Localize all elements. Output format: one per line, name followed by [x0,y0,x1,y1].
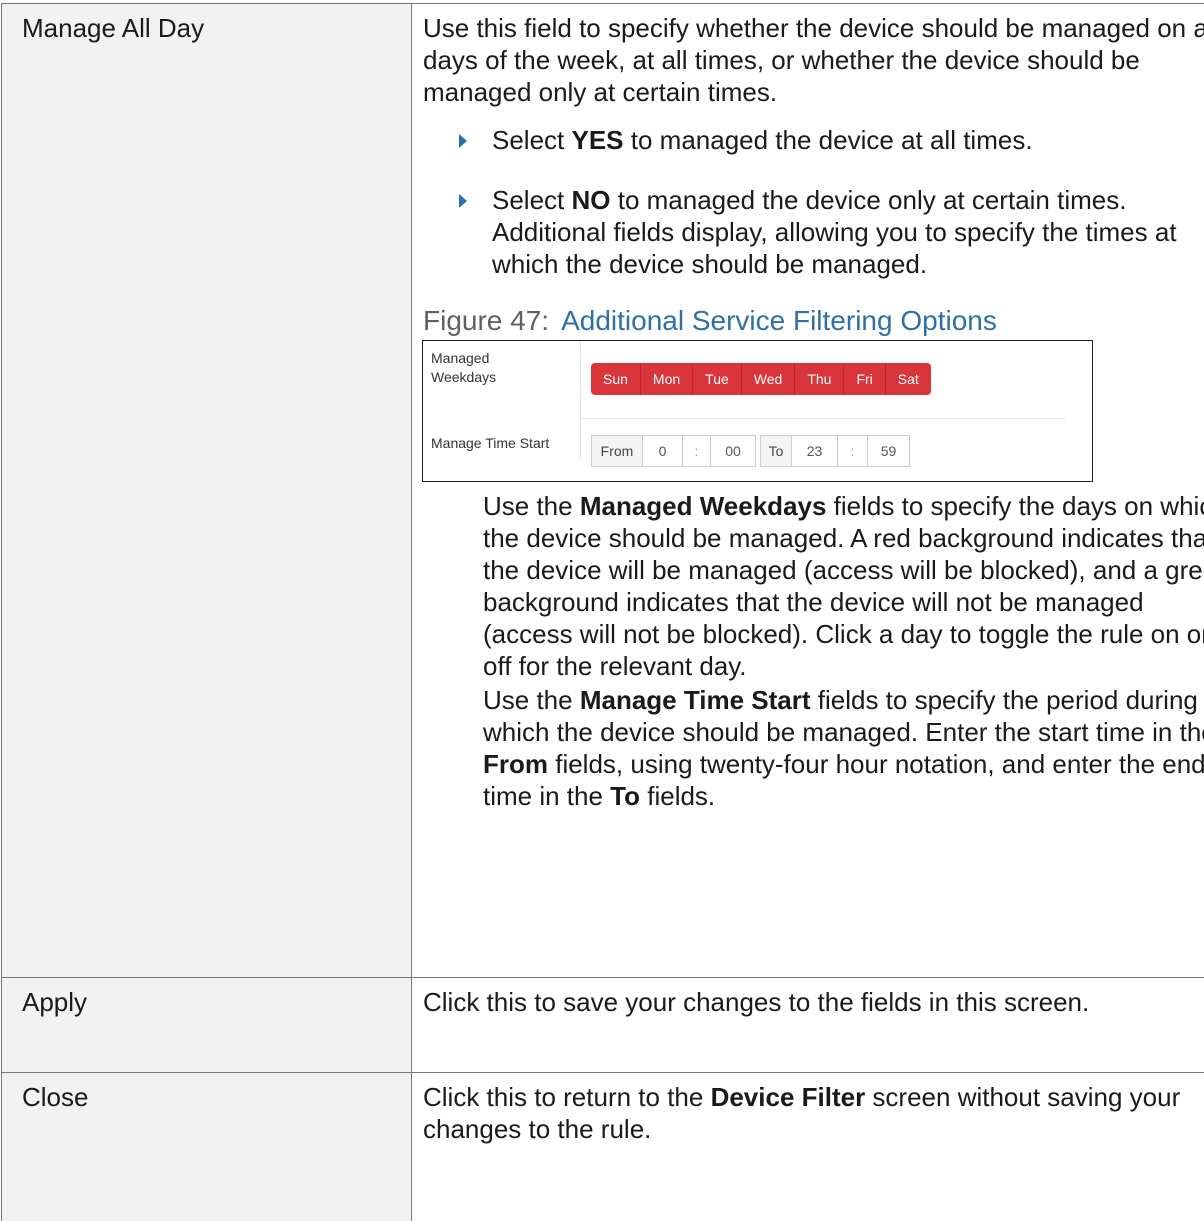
bullet-arrow-icon [459,194,467,208]
field-name: Apply [22,987,87,1017]
bullet-text: to managed the device at all times. [624,125,1033,155]
day-button-wed[interactable]: Wed [742,363,796,395]
table-row: Manage All Day Use this field to specify… [2,4,1204,978]
field-description-cell: Use this field to specify whether the de… [412,4,1204,978]
field-description-cell: Click this to save your changes to the f… [412,978,1204,1073]
time-separator: : [838,435,868,467]
bullet-bold: YES [572,125,624,155]
description-text: Click this to save your changes to the f… [423,986,1204,1018]
figure-screenshot: Managed Weekdays Sun Mon Tue Wed Thu Fri… [422,340,1093,482]
para-text: Click this to return to the [423,1082,711,1112]
from-addon: From [591,435,643,467]
para-text: Use the [483,685,580,715]
para-text: fields, using twenty-four hour notation,… [483,749,1204,811]
weekdays-paragraph: Use the Managed Weekdays fields to speci… [423,490,1204,682]
para-bold: Manage Time Start [580,685,811,715]
day-button-sun[interactable]: Sun [591,363,641,395]
day-button-fri[interactable]: Fri [844,363,885,395]
table-row: Close Click this to return to the Device… [2,1073,1204,1221]
field-name-cell: Close [2,1073,412,1221]
para-text: fields. [640,781,715,811]
list-item: Select YES to managed the device at all … [423,124,1204,156]
field-description-cell: Click this to return to the Device Filte… [412,1073,1204,1221]
options-list: Select YES to managed the device at all … [423,124,1204,280]
table-row: Apply Click this to save your changes to… [2,978,1204,1073]
intro-paragraph: Use this field to specify whether the de… [423,12,1204,108]
para-bold: From [483,749,548,779]
bullet-text: Select [492,185,572,215]
field-name: Manage All Day [22,13,204,43]
para-text: Use the [483,491,580,521]
managed-weekdays-label: Managed Weekdays [431,349,551,387]
from-minute-input[interactable]: 00 [711,435,756,467]
figure-title: Additional Service Filtering Options [561,305,997,336]
field-name-cell: Apply [2,978,412,1073]
to-addon: To [760,435,792,467]
para-bold: To [610,781,640,811]
manage-time-start-label: Manage Time Start [431,434,549,453]
figure-caption: Figure 47: Additional Service Filtering O… [423,304,1204,338]
bullet-arrow-icon [459,134,467,148]
to-minute-input[interactable]: 59 [868,435,910,467]
figure-divider [580,418,1065,419]
day-button-sat[interactable]: Sat [886,363,931,395]
time-range-inputs: From 0 : 00 To 23 : 59 [591,435,910,467]
day-button-tue[interactable]: Tue [693,363,742,395]
field-name: Close [22,1082,88,1112]
description-text: Click this to return to the Device Filte… [423,1081,1204,1145]
figure-number: Figure 47: [423,305,549,336]
time-separator: : [683,435,711,467]
para-bold: Device Filter [711,1082,866,1112]
weekday-button-group: Sun Mon Tue Wed Thu Fri Sat [591,363,931,395]
bullet-text: Select [492,125,572,155]
figure-divider [580,341,581,459]
time-paragraph: Use the Manage Time Start fields to spec… [423,684,1204,812]
day-button-mon[interactable]: Mon [641,363,693,395]
para-bold: Managed Weekdays [580,491,827,521]
day-button-thu[interactable]: Thu [795,363,844,395]
from-hour-input[interactable]: 0 [643,435,683,467]
field-name-cell: Manage All Day [2,4,412,978]
bullet-bold: NO [572,185,611,215]
to-hour-input[interactable]: 23 [792,435,838,467]
list-item: Select NO to managed the device only at … [423,184,1204,280]
field-description-table: Manage All Day Use this field to specify… [1,3,1204,1221]
